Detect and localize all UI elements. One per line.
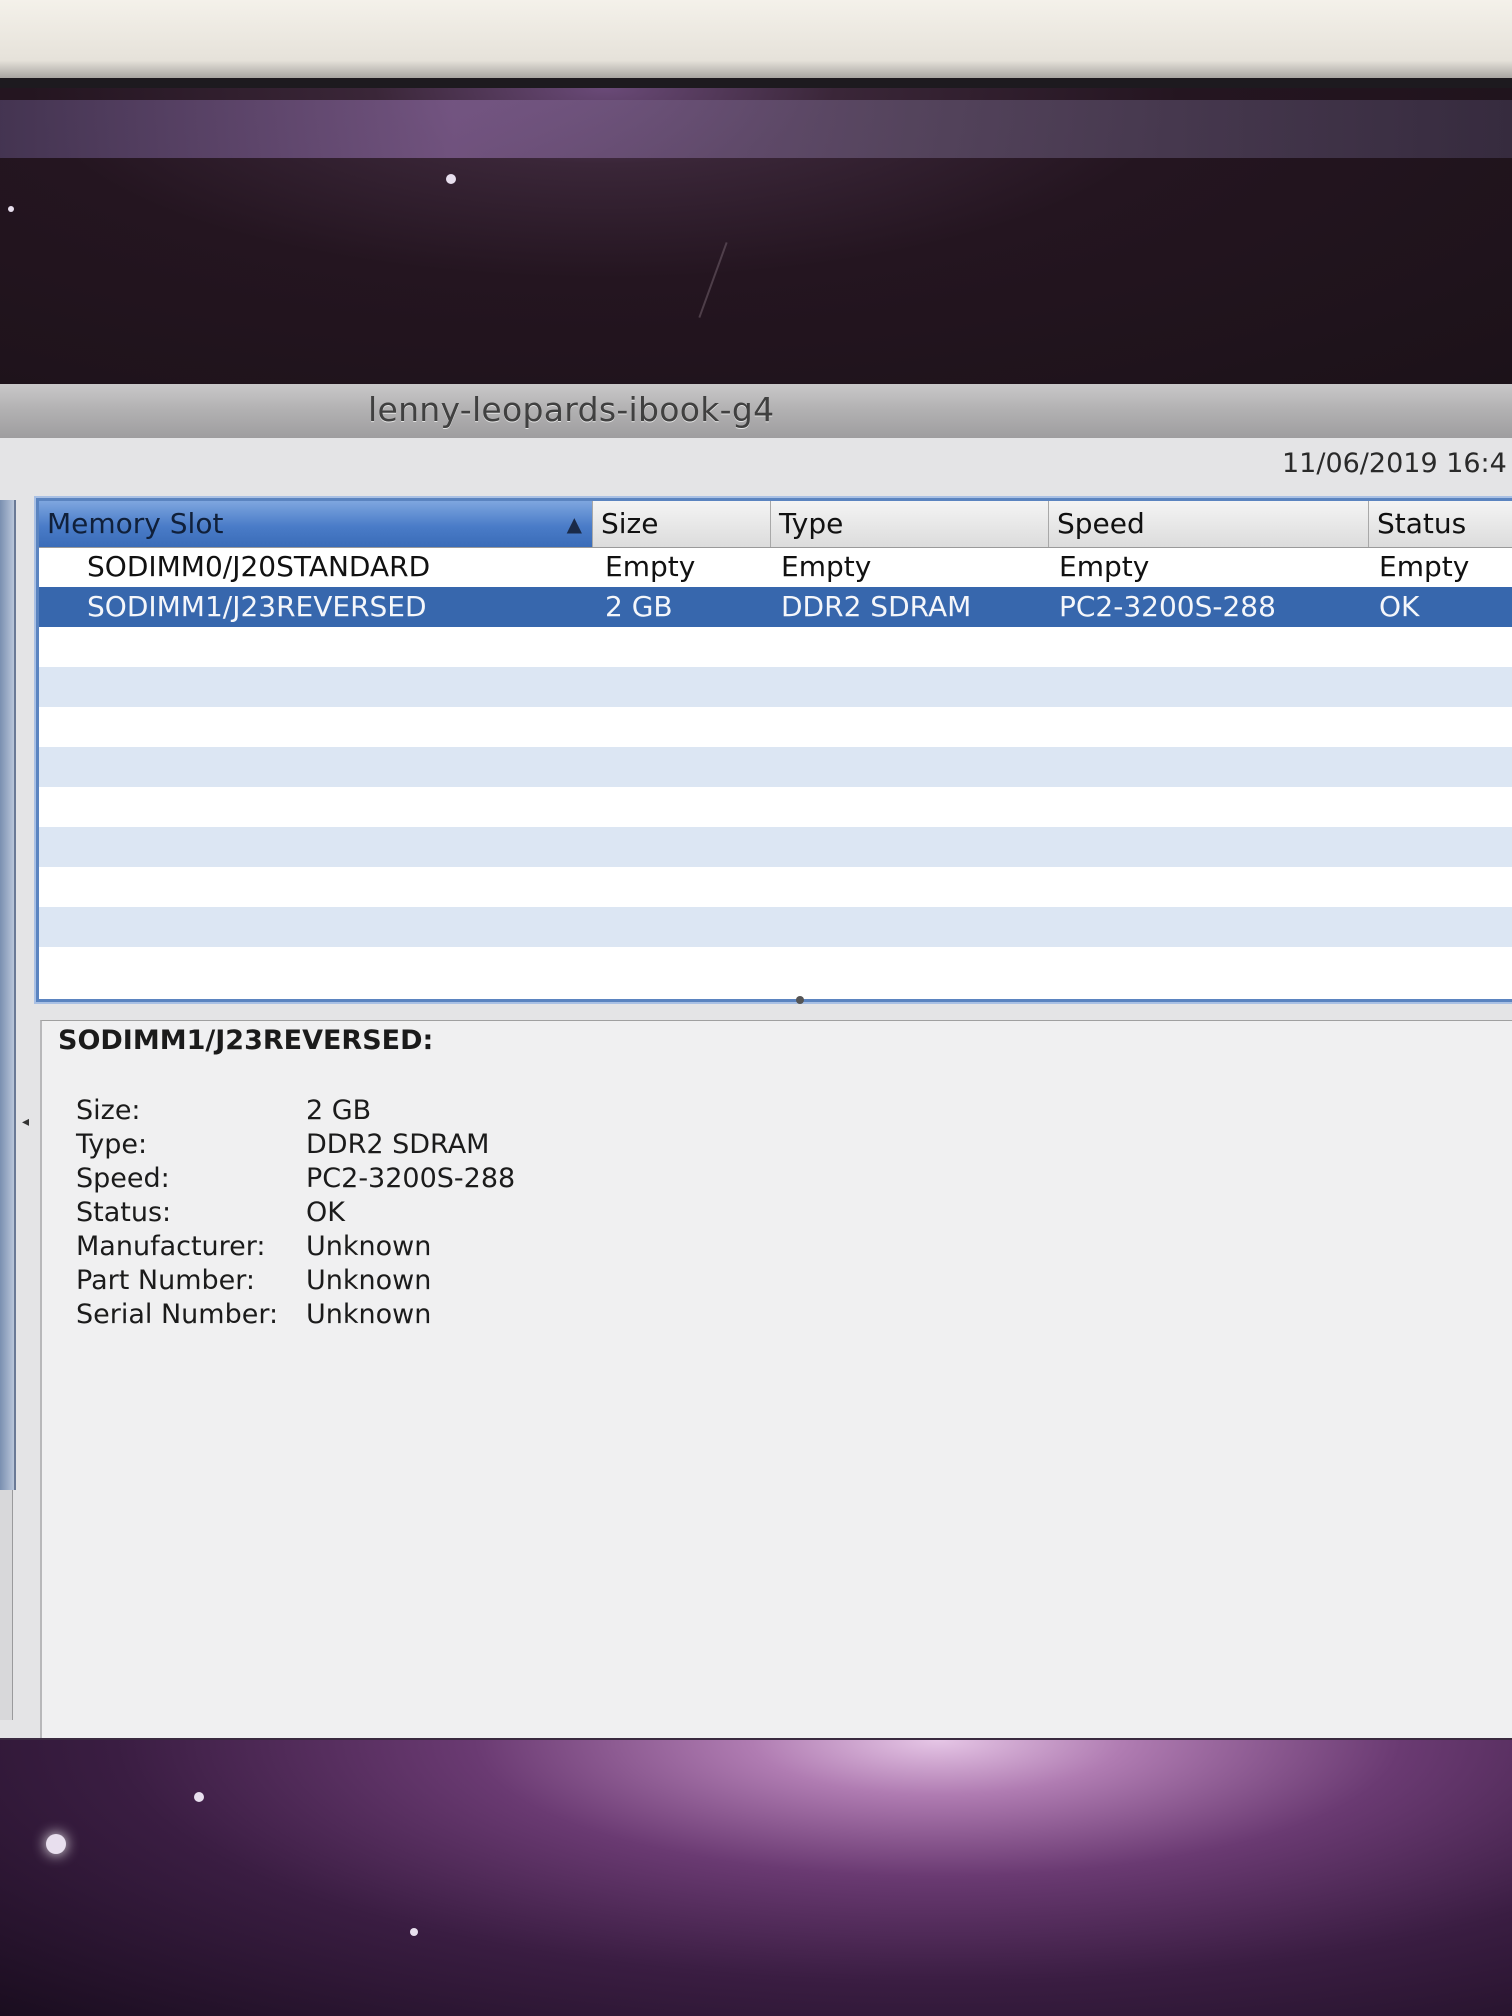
table-row[interactable]: SODIMM0/J20STANDARD Empty Empty Empty Em… (39, 547, 1512, 587)
empty-row (39, 787, 1512, 827)
column-header-speed[interactable]: Speed (1049, 501, 1369, 547)
column-header-type[interactable]: Type (771, 501, 1049, 547)
cell-status: OK (1379, 590, 1420, 623)
window-titlebar[interactable]: lenny-leopards-ibook-g4 (0, 384, 1512, 439)
empty-row (39, 827, 1512, 867)
sort-ascending-icon: ▲ (566, 512, 582, 536)
table-row-selected[interactable]: SODIMM1/J23REVERSED 2 GB DDR2 SDRAM PC2-… (39, 587, 1512, 627)
empty-row (39, 907, 1512, 947)
empty-row (39, 867, 1512, 907)
cell-speed: Empty (1059, 550, 1150, 583)
sidebar-edge[interactable] (0, 500, 16, 1490)
cell-slot: SODIMM1/J23REVERSED (87, 590, 427, 623)
detail-heading: SODIMM1/J23REVERSED: (58, 1025, 434, 1056)
detail-panel: SODIMM1/J23REVERSED: Size: 2 GB Type: DDR2… (40, 1020, 1512, 1741)
detail-row-size: Size: 2 GB (76, 1095, 372, 1126)
column-header-status[interactable]: Status (1369, 501, 1512, 547)
empty-row (39, 627, 1512, 667)
desktop-star (410, 1928, 418, 1936)
desktop-glow (0, 100, 1512, 158)
empty-row (39, 707, 1512, 747)
detail-row-speed: Speed: PC2-3200S-288 (76, 1163, 516, 1194)
timestamp: 11/06/2019 16:4 (1282, 448, 1507, 479)
sidebar-edge-lower (0, 1490, 13, 1720)
desktop-star (446, 174, 456, 184)
cell-size: 2 GB (605, 590, 673, 623)
column-header-size[interactable]: Size (593, 501, 771, 547)
column-header-memory-slot[interactable]: Memory Slot ▲ (39, 501, 593, 547)
detail-row-part-number: Part Number: Unknown (76, 1265, 432, 1296)
split-view-handle[interactable] (796, 996, 804, 1004)
detail-row-manufacturer: Manufacturer: Unknown (76, 1231, 432, 1262)
photo-surrounding (0, 0, 1512, 86)
memory-slot-table[interactable]: Memory Slot ▲ Size Type Speed Status SOD… (36, 498, 1512, 1002)
cell-type: DDR2 SDRAM (781, 590, 972, 623)
desktop-star (8, 206, 14, 212)
detail-row-type: Type: DDR2 SDRAM (76, 1129, 490, 1160)
cell-type: Empty (781, 550, 872, 583)
cell-speed: PC2-3200S-288 (1059, 590, 1276, 623)
desktop-star (194, 1792, 204, 1802)
empty-row (39, 947, 1512, 987)
empty-row (39, 667, 1512, 707)
detail-row-serial-number: Serial Number: Unknown (76, 1299, 432, 1330)
sidebar-disclosure-icon[interactable]: ◂ (22, 1114, 29, 1130)
window-title: lenny-leopards-ibook-g4 (368, 390, 775, 429)
table-header: Memory Slot ▲ Size Type Speed Status (39, 501, 1512, 548)
detail-row-status: Status: OK (76, 1197, 345, 1228)
cell-status: Empty (1379, 550, 1470, 583)
desktop-star (46, 1834, 66, 1854)
desktop-background-bottom (0, 1740, 1512, 2016)
cell-size: Empty (605, 550, 696, 583)
cell-slot: SODIMM0/J20STANDARD (87, 550, 431, 583)
empty-row (39, 747, 1512, 787)
